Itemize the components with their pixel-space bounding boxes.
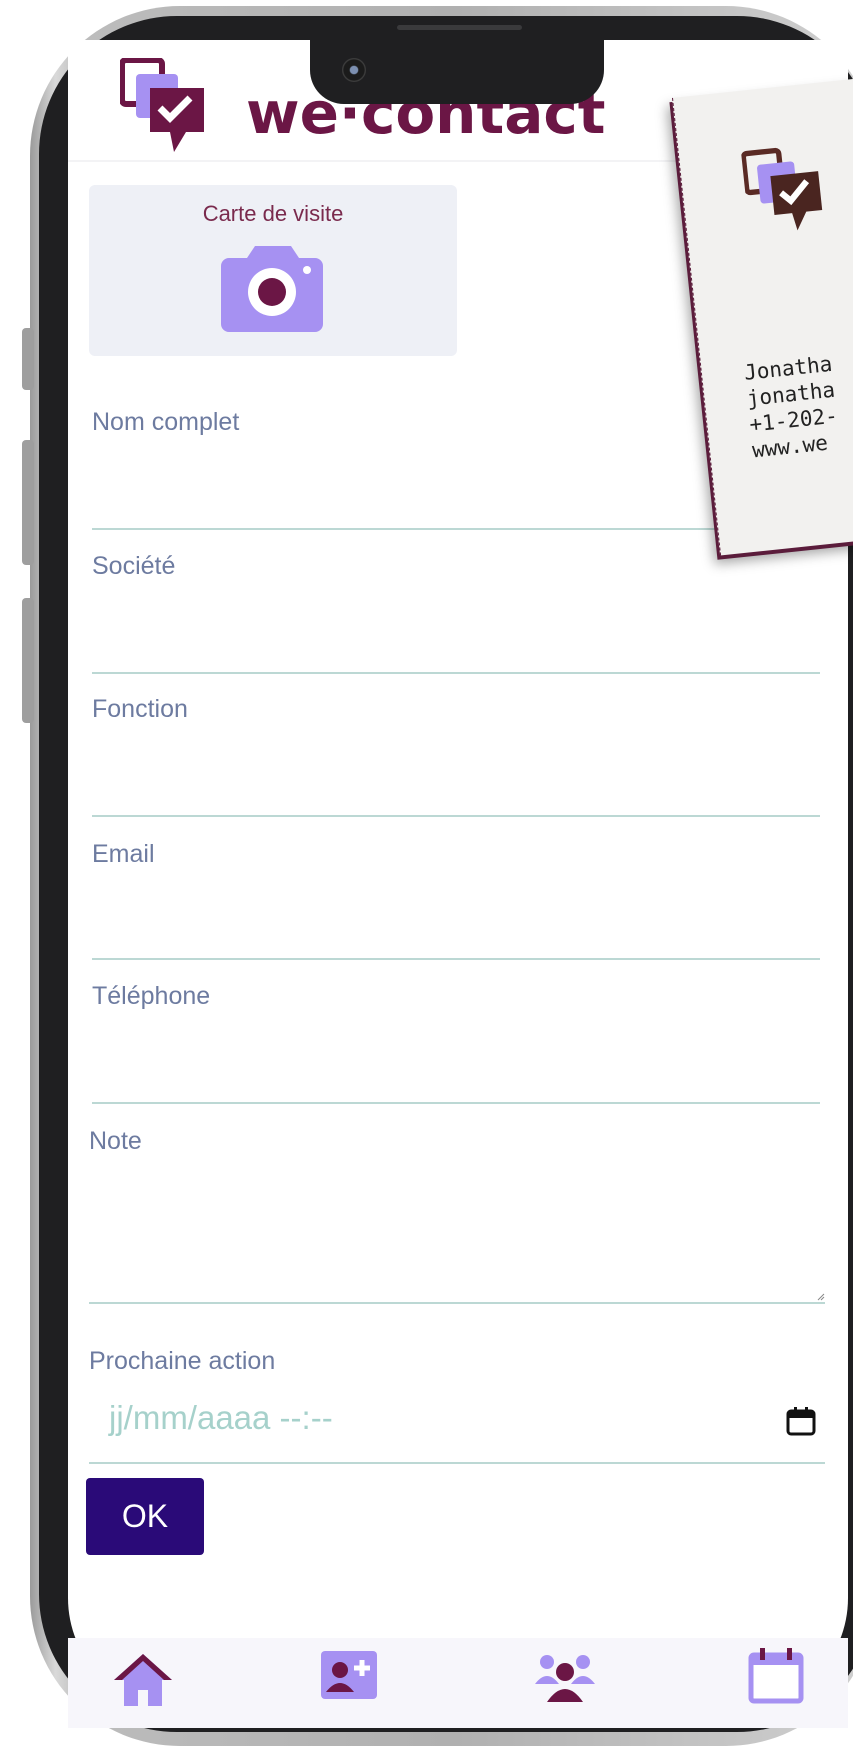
phone-label: Téléphone: [92, 982, 211, 1010]
wecontact-logo-icon: [120, 58, 204, 152]
field-underline: [92, 958, 820, 960]
camera-icon: [221, 246, 323, 332]
email-field: Email: [92, 840, 824, 962]
calendar-icon[interactable]: [748, 1646, 804, 1704]
field-underline: [89, 1462, 825, 1464]
phone-field: Téléphone: [92, 982, 824, 1104]
note-label: Note: [89, 1127, 142, 1155]
group-icon[interactable]: [533, 1650, 597, 1704]
resize-handle-icon[interactable]: [815, 1291, 825, 1301]
next-action-label: Prochaine action: [89, 1347, 276, 1375]
photo-card-label: Carte de visite: [202, 201, 344, 226]
note-textarea[interactable]: [89, 1171, 829, 1295]
field-underline: [92, 528, 820, 530]
field-underline: [92, 1102, 820, 1104]
calendar-picker-icon[interactable]: [785, 1405, 817, 1437]
field-underline: [92, 672, 820, 674]
note-field: Note: [89, 1127, 829, 1305]
volume-up-button: [22, 440, 34, 565]
front-camera: [342, 58, 366, 82]
bottom-navigation: [68, 1638, 848, 1728]
datetime-placeholder[interactable]: jj/mm/aaaa --:--: [109, 1399, 333, 1437]
company-field: Société: [92, 552, 824, 674]
speaker-grille: [397, 25, 522, 30]
function-field: Fonction: [92, 695, 824, 817]
wecontact-logo-icon: [740, 147, 823, 231]
home-icon[interactable]: [112, 1650, 174, 1708]
email-label: Email: [92, 840, 155, 868]
business-card-photo-button[interactable]: Carte de visite: [89, 185, 457, 356]
business-card-text: Jonatha jonatha +1-202- www.we: [743, 351, 842, 464]
email-input[interactable]: [92, 890, 824, 942]
volume-down-button: [22, 598, 34, 723]
company-label: Société: [92, 552, 176, 580]
field-underline: [89, 1302, 825, 1304]
company-input[interactable]: [92, 602, 824, 654]
silent-switch: [22, 328, 34, 390]
next-action-field: Prochaine action jj/mm/aaaa --:--: [89, 1347, 825, 1467]
function-label: Fonction: [92, 695, 188, 723]
function-input[interactable]: [92, 745, 824, 797]
ok-button[interactable]: OK: [86, 1478, 204, 1555]
add-contact-icon[interactable]: [320, 1650, 378, 1700]
field-underline: [92, 815, 820, 817]
phone-input[interactable]: [92, 1032, 824, 1084]
